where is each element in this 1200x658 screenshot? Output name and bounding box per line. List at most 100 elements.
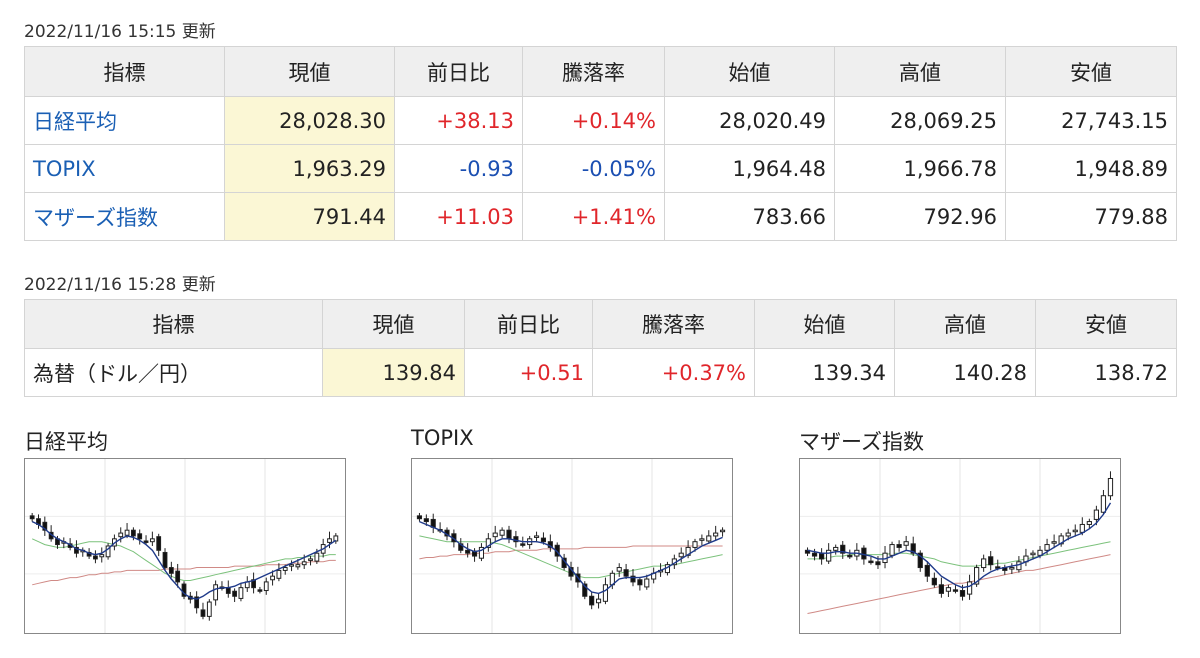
index-link-topix[interactable]: TOPIX — [33, 157, 96, 181]
candle-body — [1030, 552, 1036, 556]
candle-body — [276, 569, 282, 579]
header-open: 始値 — [754, 299, 895, 349]
candle-body — [602, 584, 609, 602]
rate-value: +0.14% — [522, 96, 665, 145]
chart-topix[interactable] — [411, 458, 733, 634]
candle-body — [1086, 521, 1092, 525]
candle-body — [124, 529, 130, 536]
index-name-cell: TOPIX — [24, 144, 225, 193]
low-value: 779.88 — [1005, 192, 1177, 241]
candle-body — [868, 560, 874, 564]
chart-nikkei[interactable] — [24, 458, 346, 634]
low-value: 138.72 — [1035, 348, 1177, 397]
candle-body — [416, 515, 423, 520]
topix-candlestick-chart — [412, 459, 732, 633]
candle-body — [130, 529, 136, 537]
table-row-nikkei: 日経平均 28,028.30 +38.13 +0.14% 28,020.49 2… — [24, 96, 1177, 145]
candle-body — [308, 558, 313, 561]
candle-body — [301, 561, 307, 566]
index-link-nikkei[interactable]: 日経平均 — [33, 110, 117, 134]
current-value: 791.44 — [224, 192, 395, 241]
candle-body — [1016, 561, 1022, 571]
candle-body — [1107, 477, 1114, 497]
candle-body — [257, 589, 263, 592]
fx-name: 為替（ドル／円） — [24, 348, 323, 397]
candle-body — [1093, 509, 1100, 520]
open-value: 139.34 — [754, 348, 895, 397]
candle-body — [938, 584, 944, 594]
candle-body — [1009, 567, 1015, 570]
moving-average-short-line — [419, 520, 723, 595]
candle-body — [616, 567, 622, 572]
candle-body — [952, 589, 959, 592]
candle-body — [232, 590, 238, 597]
chart-mothers[interactable] — [799, 458, 1121, 634]
chart-title-mothers: マザーズ指数 — [799, 430, 924, 454]
candle-body — [506, 529, 512, 540]
index-link-mothers[interactable]: マザーズ指数 — [33, 206, 158, 230]
header-change: 前日比 — [394, 46, 523, 97]
candle-body — [200, 609, 206, 617]
candle-body — [1079, 523, 1085, 533]
header-current: 現値 — [224, 46, 395, 97]
index-name-cell: マザーズ指数 — [24, 192, 225, 241]
candle-body — [29, 515, 35, 520]
low-value: 1,948.89 — [1005, 144, 1177, 193]
candle-body — [924, 564, 930, 577]
table-header-row: 指標 現値 前日比 騰落率 始値 高値 安値 — [24, 299, 1177, 349]
header-open: 始値 — [664, 46, 835, 97]
candle-body — [589, 595, 595, 606]
table-row-mothers: マザーズ指数 791.44 +11.03 +1.41% 783.66 792.9… — [24, 192, 1177, 241]
candle-body — [595, 598, 602, 604]
candle-body — [1044, 544, 1050, 551]
candle-body — [896, 544, 902, 548]
candle-body — [903, 541, 909, 546]
moving-average-long-line — [807, 554, 1111, 614]
candle-body — [118, 532, 124, 538]
table-header-row: 指標 現値 前日比 騰落率 始値 高値 安値 — [24, 46, 1177, 97]
candle-body — [213, 584, 219, 601]
candle-body — [847, 554, 853, 558]
candle-body — [99, 554, 105, 558]
candle-body — [1100, 495, 1107, 513]
high-value: 28,069.25 — [834, 96, 1006, 145]
table-row-usdjpy: 為替（ドル／円） 139.84 +0.51 +0.37% 139.34 140.… — [24, 348, 1177, 397]
rate-value: -0.05% — [522, 144, 665, 193]
candle-body — [295, 564, 301, 568]
candle-body — [314, 552, 320, 562]
candle-body — [719, 529, 726, 533]
chart-title-topix: TOPIX — [411, 426, 474, 450]
open-value: 28,020.49 — [664, 96, 835, 145]
open-value: 783.66 — [664, 192, 835, 241]
header-rate: 騰落率 — [522, 46, 665, 97]
candle-body — [333, 535, 339, 542]
candle-body — [833, 546, 839, 551]
candle-body — [206, 601, 212, 617]
candle-body — [162, 551, 168, 569]
candle-body — [931, 577, 937, 586]
candle-body — [149, 538, 155, 543]
candle-body — [875, 561, 881, 566]
candle-body — [327, 538, 332, 543]
rate-value: +1.41% — [522, 192, 665, 241]
candle-body — [988, 556, 994, 566]
table-row-topix: TOPIX 1,963.29 -0.93 -0.05% 1,964.48 1,9… — [24, 144, 1177, 193]
candle-body — [1051, 541, 1057, 544]
current-value: 1,963.29 — [224, 144, 395, 193]
candle-body — [156, 536, 162, 551]
candle-body — [678, 552, 684, 558]
candle-body — [811, 552, 818, 557]
candle-body — [699, 538, 705, 541]
chart-title-nikkei: 日経平均 — [24, 430, 108, 454]
stock-index-table: 指標 現値 前日比 騰落率 始値 高値 安値 日経平均 28,028.30 +3… — [24, 46, 1177, 241]
header-low: 安値 — [1005, 46, 1177, 97]
header-high: 高値 — [834, 46, 1006, 97]
candle-body — [423, 518, 429, 523]
mothers-candlestick-chart — [800, 459, 1120, 633]
candle-body — [270, 575, 275, 581]
change-value: +11.03 — [394, 192, 523, 241]
candle-body — [137, 533, 143, 540]
rate-value: +0.37% — [592, 348, 755, 397]
candle-body — [465, 549, 471, 554]
header-high: 高値 — [894, 299, 1036, 349]
